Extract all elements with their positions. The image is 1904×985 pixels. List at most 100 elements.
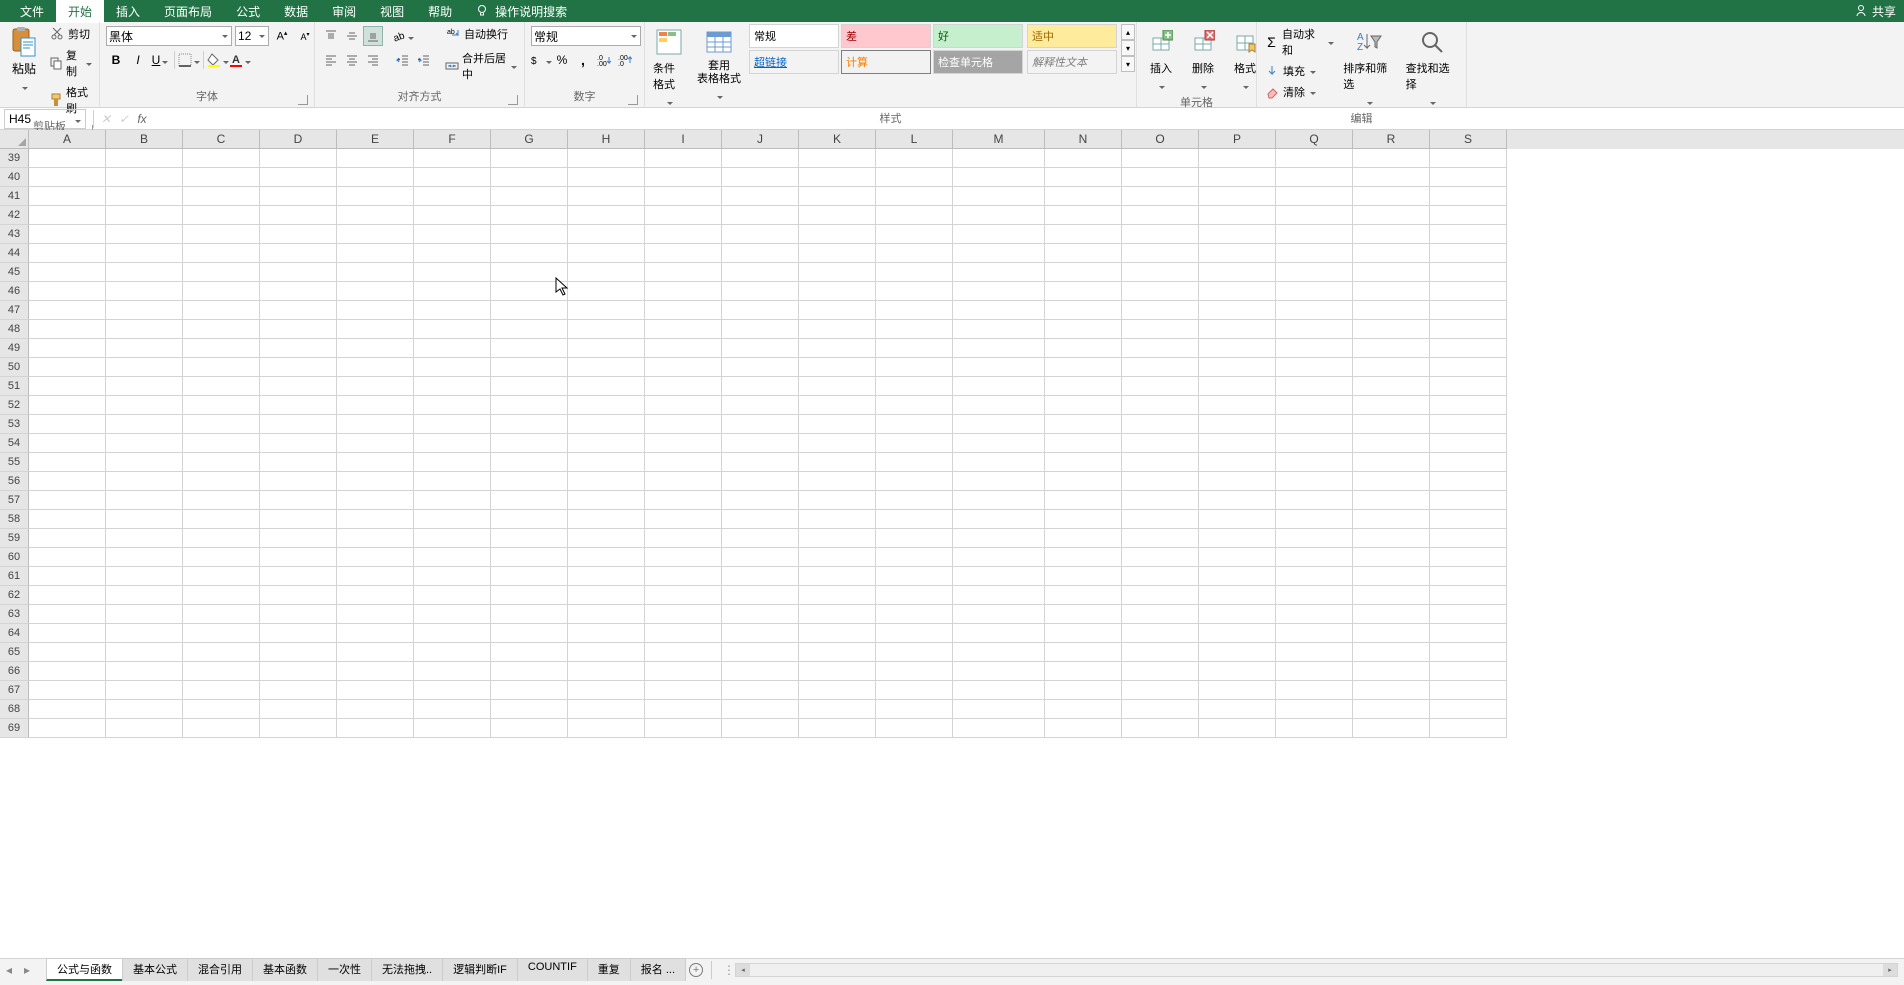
row-header-61[interactable]: 61 — [0, 567, 29, 586]
add-sheet-button[interactable]: + — [685, 960, 707, 980]
orientation-dropdown[interactable] — [406, 29, 414, 43]
fill-color-button[interactable] — [208, 50, 228, 70]
select-all-corner[interactable] — [0, 130, 29, 149]
gallery-expand[interactable]: ▾ — [1121, 56, 1135, 72]
increase-decimal-button[interactable]: .0.00 — [594, 50, 614, 70]
col-header-A[interactable]: A — [29, 130, 106, 149]
sort-filter-dropdown[interactable] — [1365, 94, 1373, 108]
decrease-decimal-button[interactable]: .00.0 — [615, 50, 635, 70]
col-header-I[interactable]: I — [645, 130, 722, 149]
horizontal-scrollbar[interactable]: ◂ ▸ — [735, 963, 1898, 977]
delete-cells-button[interactable]: 删除 — [1183, 24, 1223, 94]
tab-help[interactable]: 帮助 — [416, 0, 464, 23]
sheet-nav-next[interactable]: ▸ — [18, 961, 36, 979]
decrease-indent-button[interactable] — [393, 50, 413, 70]
increase-font-button[interactable]: A▴ — [272, 26, 292, 46]
row-header-69[interactable]: 69 — [0, 719, 29, 738]
sheet-tab[interactable]: 一次性 — [317, 958, 372, 981]
row-header-44[interactable]: 44 — [0, 244, 29, 263]
tab-formulas[interactable]: 公式 — [224, 0, 272, 23]
row-header-55[interactable]: 55 — [0, 453, 29, 472]
find-select-dropdown[interactable] — [1428, 94, 1436, 108]
col-header-M[interactable]: M — [953, 130, 1045, 149]
autosum-dropdown[interactable] — [1326, 36, 1334, 48]
tab-review[interactable]: 审阅 — [320, 0, 368, 23]
decrease-font-button[interactable]: A▾ — [295, 26, 315, 46]
underline-button[interactable]: U — [150, 50, 170, 70]
sheet-tab[interactable]: 逻辑判断IF — [442, 958, 518, 981]
merge-center-button[interactable]: 合并后居中 — [442, 48, 520, 84]
fill-color-dropdown[interactable] — [221, 53, 229, 67]
sheet-tab[interactable]: 基本公式 — [122, 958, 188, 981]
sheet-tab[interactable]: 重复 — [587, 958, 631, 981]
increase-indent-button[interactable] — [414, 50, 434, 70]
clear-dropdown[interactable] — [1308, 86, 1316, 98]
table-format-dropdown[interactable] — [715, 88, 723, 102]
fx-button[interactable]: fx — [133, 110, 151, 128]
format-as-table-button[interactable]: 套用 表格格式 — [693, 24, 745, 104]
sheet-tab[interactable]: COUNTIF — [517, 958, 588, 981]
col-header-G[interactable]: G — [491, 130, 568, 149]
col-header-B[interactable]: B — [106, 130, 183, 149]
style-check[interactable]: 检查单元格 — [933, 50, 1023, 74]
delete-cells-dropdown[interactable] — [1199, 78, 1207, 92]
sheet-tab[interactable]: 公式与函数 — [46, 958, 123, 981]
clear-button[interactable]: 清除 — [1261, 82, 1337, 102]
row-header-53[interactable]: 53 — [0, 415, 29, 434]
row-header-45[interactable]: 45 — [0, 263, 29, 282]
sort-filter-button[interactable]: AZ 排序和筛选 — [1339, 24, 1399, 110]
row-header-43[interactable]: 43 — [0, 225, 29, 244]
row-header-57[interactable]: 57 — [0, 491, 29, 510]
accounting-dropdown[interactable] — [544, 53, 552, 67]
cancel-formula-button[interactable]: ✕ — [97, 110, 115, 128]
col-header-O[interactable]: O — [1122, 130, 1199, 149]
row-header-46[interactable]: 46 — [0, 282, 29, 301]
col-header-Q[interactable]: Q — [1276, 130, 1353, 149]
align-bottom-button[interactable] — [363, 26, 383, 46]
gallery-scroll-up[interactable]: ▴ — [1121, 24, 1135, 40]
fill-button[interactable]: 填充 — [1261, 61, 1337, 81]
number-launcher[interactable] — [628, 95, 638, 105]
row-header-63[interactable]: 63 — [0, 605, 29, 624]
row-header-59[interactable]: 59 — [0, 529, 29, 548]
cells-area[interactable] — [29, 149, 1904, 738]
tab-view[interactable]: 视图 — [368, 0, 416, 23]
number-format-combo[interactable]: 常规 — [531, 26, 641, 46]
paste-button[interactable]: 粘贴 — [4, 24, 44, 95]
action-search-label[interactable]: 操作说明搜索 — [495, 3, 567, 20]
sheet-tab[interactable]: 基本函数 — [252, 958, 318, 981]
row-header-50[interactable]: 50 — [0, 358, 29, 377]
row-header-60[interactable]: 60 — [0, 548, 29, 567]
font-color-button[interactable]: A — [230, 50, 250, 70]
style-bad[interactable]: 差 — [841, 24, 931, 48]
align-right-button[interactable] — [363, 50, 383, 70]
row-header-54[interactable]: 54 — [0, 434, 29, 453]
insert-cells-dropdown[interactable] — [1157, 78, 1165, 92]
wrap-text-button[interactable]: ab 自动换行 — [442, 24, 520, 44]
cut-button[interactable]: 剪切 — [46, 24, 95, 44]
share-button[interactable]: 共享 — [1854, 3, 1896, 20]
italic-button[interactable]: I — [128, 50, 148, 70]
font-size-combo[interactable]: 12 — [235, 26, 269, 46]
fill-dropdown[interactable] — [1308, 65, 1316, 77]
style-hyperlink[interactable]: 超链接 — [749, 50, 839, 74]
autosum-button[interactable]: Σ 自动求和 — [1261, 24, 1337, 60]
sheet-tab[interactable]: 混合引用 — [187, 958, 253, 981]
underline-dropdown[interactable] — [160, 53, 168, 67]
align-left-button[interactable] — [321, 50, 341, 70]
row-header-41[interactable]: 41 — [0, 187, 29, 206]
insert-cells-button[interactable]: 插入 — [1141, 24, 1181, 94]
hscroll-left[interactable]: ◂ — [736, 964, 750, 976]
row-header-39[interactable]: 39 — [0, 149, 29, 168]
enter-formula-button[interactable]: ✓ — [115, 110, 133, 128]
format-cells-dropdown[interactable] — [1241, 78, 1249, 92]
col-header-L[interactable]: L — [876, 130, 953, 149]
row-header-65[interactable]: 65 — [0, 643, 29, 662]
sheet-nav-prev[interactable]: ◂ — [0, 961, 18, 979]
row-header-68[interactable]: 68 — [0, 700, 29, 719]
tab-insert[interactable]: 插入 — [104, 0, 152, 23]
row-header-51[interactable]: 51 — [0, 377, 29, 396]
row-header-67[interactable]: 67 — [0, 681, 29, 700]
tab-data[interactable]: 数据 — [272, 0, 320, 23]
align-top-button[interactable] — [321, 26, 341, 46]
